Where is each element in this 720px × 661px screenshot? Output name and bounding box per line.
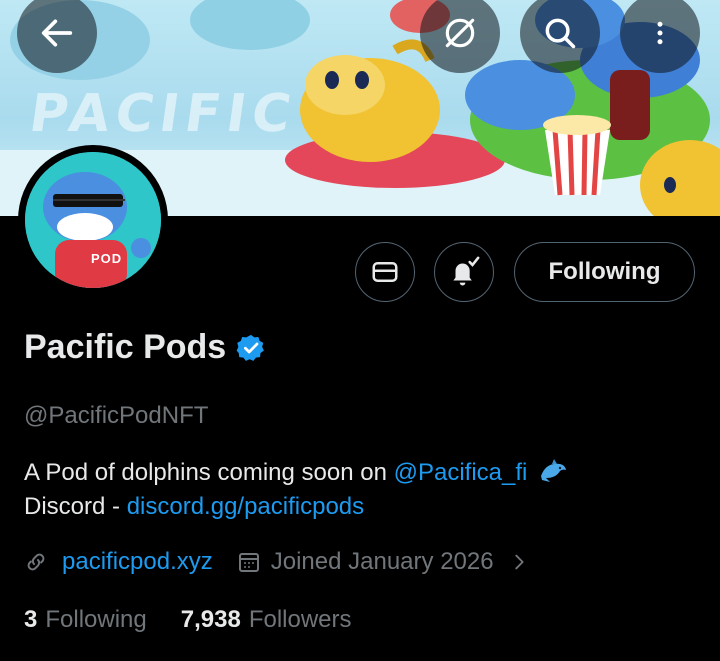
arrow-left-icon [41,19,73,47]
verified-badge-icon[interactable] [236,333,266,363]
bio-text-2: Discord - [24,493,127,520]
avatar[interactable]: POD [18,145,168,295]
link-icon [27,553,45,571]
envelope-icon [372,262,398,282]
follow-stats: 3 Following 7,938 Followers [24,606,352,634]
bio-text-1: A Pod of dolphins coming soon on [24,459,394,486]
bio: A Pod of dolphins coming soon on @Pacifi… [24,456,568,524]
display-name: Pacific Pods [24,328,227,366]
joined-date: Joined January 2026 [270,548,494,575]
more-vertical-icon [657,21,663,45]
mention-link[interactable]: @Pacifica_fi [394,459,528,486]
user-handle: @PacificPodNFT [24,402,209,429]
avatar-image: POD [25,152,161,288]
bio-line-1: A Pod of dolphins coming soon on @Pacifi… [24,456,568,490]
followers-count: 7,938 [180,606,241,633]
notifications-button[interactable] [434,242,494,302]
profile-meta: pacificpod.xyz Joined January 2026 [24,548,530,576]
followers-label: Followers [248,606,352,633]
dolphin-emoji [541,459,567,482]
following-stat[interactable]: 3 Following [24,606,147,634]
message-button[interactable] [355,242,415,302]
bell-check-icon [453,256,480,286]
following-label: Following [45,606,147,633]
avatar-badge: POD [91,251,123,266]
calendar-icon [238,553,259,572]
followers-stat[interactable]: 7,938 Followers [181,606,352,634]
search-icon [545,18,576,49]
name-row: Pacific Pods [24,328,266,367]
following-count: 3 [24,606,38,633]
dolphin-avatar-illustration [25,152,161,288]
chevron-right-icon[interactable] [508,551,530,573]
discord-link[interactable]: discord.gg/pacificpods [127,493,364,520]
bio-line-2: Discord - discord.gg/pacificpods [24,490,568,524]
no-signal-icon [445,18,475,48]
website-link[interactable]: pacificpod.xyz [62,548,213,576]
banner-title: PACIFIC [25,84,301,144]
following-button[interactable]: Following [514,242,695,302]
